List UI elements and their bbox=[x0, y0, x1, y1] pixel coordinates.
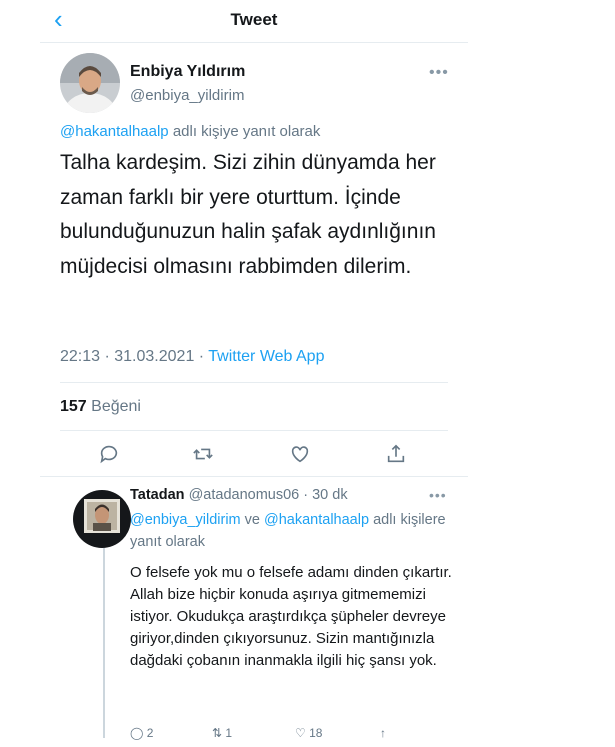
tweet-text: Talha kardeşim. Sizi zihin dünyamda her … bbox=[60, 151, 436, 278]
reply-icon[interactable] bbox=[98, 443, 120, 465]
likes-summary[interactable]: 157 Beğeni bbox=[60, 398, 141, 416]
likes-count: 157 bbox=[60, 398, 87, 415]
reply-small-icon: ◯ bbox=[130, 726, 144, 740]
divider bbox=[60, 382, 448, 383]
tweet-source-link[interactable]: Twitter Web App bbox=[208, 348, 324, 365]
like-icon[interactable] bbox=[289, 443, 311, 465]
share-icon[interactable] bbox=[385, 443, 407, 465]
reply-text: O felsefe yok mu o felsefe adamı dinden … bbox=[130, 564, 452, 669]
reply-more-options-icon[interactable]: ••• bbox=[429, 487, 447, 503]
mention-joiner: ve bbox=[244, 512, 260, 528]
reply-reply-count: 2 bbox=[146, 726, 154, 740]
more-options-icon[interactable]: ••• bbox=[429, 64, 449, 82]
retweet-small-icon: ⇅ bbox=[212, 726, 223, 740]
reply-header: Tatadan @atadanomus06 · 30 dk bbox=[130, 487, 348, 503]
reply-like-count: 18 bbox=[309, 726, 323, 740]
page-title: Tweet bbox=[230, 10, 278, 29]
author-name[interactable]: Enbiya Yıldırım bbox=[130, 63, 245, 81]
reply-retweet-action[interactable]: ⇅ 1 bbox=[212, 726, 232, 740]
reply-to-suffix: adlı kişiye yanıt olarak bbox=[172, 123, 321, 140]
reply-to-handle-link[interactable]: @hakantalhaalp bbox=[60, 123, 169, 140]
mention-link[interactable]: @enbiya_yildirim bbox=[130, 512, 241, 528]
divider bbox=[40, 476, 468, 477]
share-small-icon: ↑ bbox=[380, 726, 386, 740]
mention-link[interactable]: @hakantalhaalp bbox=[264, 512, 369, 528]
reply-replying-to: @enbiya_yildirim ve @hakantalhaalp adlı … bbox=[130, 509, 455, 553]
replying-to: @hakantalhaalp adlı kişiye yanıt olarak bbox=[60, 123, 320, 140]
retweet-icon[interactable] bbox=[192, 443, 214, 465]
tweet-meta: 22:13 · 31.03.2021 · Twitter Web App bbox=[60, 348, 324, 366]
reply-author-handle[interactable]: @atadanomus06 bbox=[189, 487, 300, 503]
like-small-icon: ♡ bbox=[295, 726, 306, 740]
thread-line bbox=[103, 548, 105, 738]
reply-reply-action[interactable]: ◯ 2 bbox=[130, 726, 153, 740]
reply-time: · 30 dk bbox=[299, 487, 348, 503]
reply-author-name[interactable]: Tatadan bbox=[130, 487, 185, 503]
divider bbox=[60, 430, 448, 431]
reply-retweet-count: 1 bbox=[225, 726, 233, 740]
top-bar: ‹ Tweet bbox=[40, 0, 468, 43]
tweet-detail-screen: ‹ Tweet Enbiya Yıldırım @enbiya_yildirim… bbox=[40, 0, 468, 747]
author-handle[interactable]: @enbiya_yildirim bbox=[130, 87, 244, 104]
reply-share-action[interactable]: ↑ bbox=[380, 726, 386, 740]
avatar[interactable] bbox=[60, 53, 120, 113]
reply-avatar[interactable] bbox=[73, 490, 131, 548]
likes-label: Beğeni bbox=[91, 398, 141, 415]
tweet-timestamp: 22:13 · 31.03.2021 · bbox=[60, 348, 209, 365]
reply-like-action[interactable]: ♡ 18 bbox=[295, 726, 322, 740]
